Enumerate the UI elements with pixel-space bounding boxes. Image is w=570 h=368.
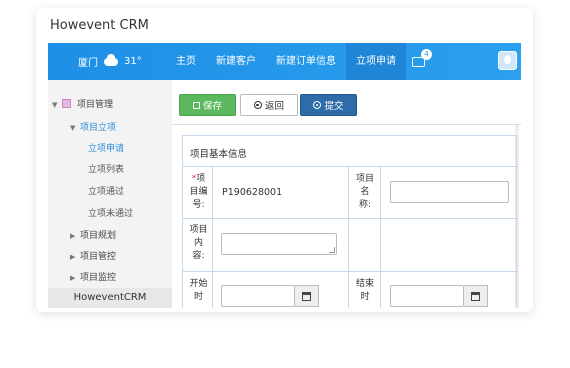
label-line: 开始 (189, 279, 208, 289)
sidebar-item-label: 项目监控 (80, 273, 117, 283)
sidebar-group-label: 项目立项 (80, 123, 117, 133)
notification-icon[interactable]: 4 (412, 48, 432, 67)
cloud-icon (104, 53, 118, 66)
sidebar-item-list[interactable]: 立项列表 (88, 162, 124, 175)
nav-project-apply[interactable]: 立项申请 (346, 43, 406, 80)
app-card: Howevent CRM 厦门 31° 主页 新建客户 新建订单信息 立项申请 … (36, 8, 533, 312)
start-date-picker-button[interactable] (295, 285, 319, 307)
caret-right-icon: ▶ (70, 274, 76, 282)
sidebar-item-planning[interactable]: ▶ 项目规划 (70, 228, 116, 241)
sidebar-item-label: 项目管控 (80, 252, 117, 262)
sidebar-item-rejected[interactable]: 立项未通过 (88, 206, 133, 219)
weather-widget: 厦门 31° (48, 43, 166, 80)
label-line: 目编 (189, 187, 208, 197)
project-name-label: 项目 名 称: (351, 173, 379, 212)
sidebar-item-approved[interactable]: 立项通过 (88, 184, 124, 197)
label-line: 项目 (189, 225, 208, 235)
temperature: 31° (124, 56, 142, 67)
project-name-input[interactable] (390, 181, 509, 203)
sidebar-item-project-mgmt[interactable]: ▼ 项目管理 (52, 97, 113, 110)
label-line: 容: (192, 251, 205, 261)
app-window: 厦门 31° 主页 新建客户 新建订单信息 立项申请 4 ▼ 项目管理 ▼ 项目立项… (48, 43, 521, 308)
sidebar-root-label: 项目管理 (77, 100, 114, 110)
project-content-textarea[interactable] (221, 233, 337, 255)
label-line: 结束 (355, 279, 374, 289)
save-icon (192, 101, 200, 109)
nav-new-order[interactable]: 新建订单信息 (266, 43, 346, 80)
folder-icon (62, 99, 71, 108)
project-no-value: P190628001 (222, 187, 283, 198)
save-label: 保存 (202, 101, 222, 112)
label-line: 名 (360, 187, 370, 197)
start-date-input[interactable] (221, 285, 295, 307)
sidebar-item-control[interactable]: ▶ 项目管控 (70, 249, 116, 262)
city-label: 厦门 (78, 58, 98, 69)
nav-new-customer[interactable]: 新建客户 (206, 43, 266, 80)
project-no-label: *项 目编 号: (185, 173, 212, 212)
project-content-label: 项目 内 容: (185, 224, 212, 263)
label-line: 内 (193, 238, 203, 248)
nav-home[interactable]: 主页 (166, 43, 206, 80)
project-form: 项目基本信息 *项 目编 号: P190628001 项目 名 称: 项目 内 … (182, 135, 518, 308)
sidebar: ▼ 项目管理 ▼ 项目立项 立项申请 立项列表 立项通过 立项未通过 ▶ 项目规划 ▶… (48, 80, 172, 308)
avatar[interactable] (498, 51, 517, 70)
divider (348, 166, 349, 308)
start-time-label: 开始 时 (185, 278, 212, 304)
sidebar-item-apply[interactable]: 立项申请 (88, 141, 124, 154)
back-icon (253, 101, 262, 109)
label-line: 时 (360, 292, 370, 302)
divider (183, 271, 518, 272)
sidebar-group-project-setup[interactable]: ▼ 项目立项 (70, 120, 116, 133)
label-line: 号: (192, 200, 205, 210)
label-line: 项目 (355, 174, 374, 184)
calendar-icon (471, 292, 480, 301)
main-content: 保存 返回 提交 项目基本信息 *项 目编 号: P190628001 项目 名… (172, 80, 521, 308)
submit-label: 提交 (324, 101, 344, 112)
notification-badge: 4 (421, 48, 432, 60)
form-title: 项目基本信息 (190, 149, 248, 160)
caret-right-icon: ▶ (70, 232, 76, 240)
card-title: Howevent CRM (50, 18, 149, 33)
divider (380, 166, 381, 308)
label-line: 项 (196, 174, 206, 184)
back-button[interactable]: 返回 (240, 94, 298, 116)
sidebar-footer: HoweventCRM (48, 288, 172, 308)
save-button[interactable]: 保存 (179, 94, 236, 116)
divider (183, 166, 518, 167)
submit-icon (313, 101, 322, 109)
label-line: 时 (193, 292, 203, 302)
caret-right-icon: ▶ (70, 253, 76, 261)
label-line: 称: (358, 200, 372, 210)
top-navbar: 厦门 31° 主页 新建客户 新建订单信息 立项申请 4 (48, 43, 521, 80)
caret-down-icon: ▼ (52, 101, 58, 109)
end-date-picker-button[interactable] (464, 285, 488, 307)
divider (172, 124, 521, 125)
calendar-icon (302, 292, 311, 301)
end-date-input[interactable] (390, 285, 464, 307)
divider (212, 166, 213, 308)
submit-button[interactable]: 提交 (300, 94, 357, 116)
sidebar-item-label: 项目规划 (80, 231, 117, 241)
caret-down-icon: ▼ (70, 124, 76, 132)
sidebar-item-monitor[interactable]: ▶ 项目监控 (70, 270, 116, 283)
end-time-label: 结束 时 (351, 278, 379, 304)
back-label: 返回 (264, 101, 284, 112)
divider (183, 218, 518, 219)
